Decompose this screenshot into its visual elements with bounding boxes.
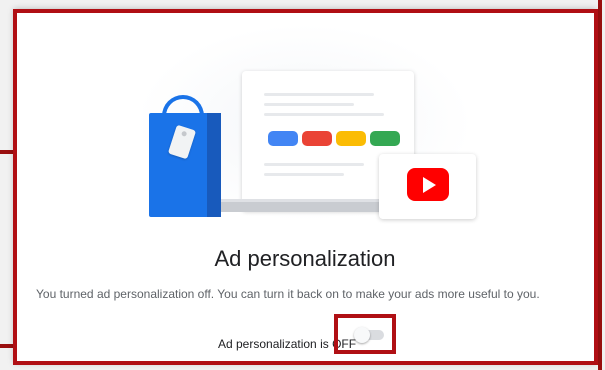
screen-line — [264, 163, 364, 166]
ad-personalization-dialog: Ad personalization You turned ad persona… — [14, 9, 596, 363]
red-pill — [302, 131, 332, 146]
screen-line — [264, 103, 354, 106]
screen-line — [264, 173, 344, 176]
play-icon — [423, 177, 436, 193]
illustration — [14, 9, 596, 239]
bag-shade — [207, 113, 221, 217]
yellow-pill — [336, 131, 366, 146]
background-edge-right — [598, 0, 602, 370]
screen-line — [264, 113, 384, 116]
background-edge-top — [0, 150, 14, 154]
toggle-knob[interactable] — [354, 327, 370, 343]
blue-pill — [268, 131, 298, 146]
dialog-title: Ad personalization — [214, 246, 396, 271]
youtube-icon — [407, 168, 449, 201]
dialog-description: You turned ad personalization off. You c… — [36, 287, 540, 301]
green-pill — [370, 131, 400, 146]
ad-personalization-toggle[interactable] — [354, 327, 384, 343]
tablet-icon — [379, 154, 476, 219]
screen-line — [264, 93, 374, 96]
background-edge-bottom — [0, 344, 14, 348]
